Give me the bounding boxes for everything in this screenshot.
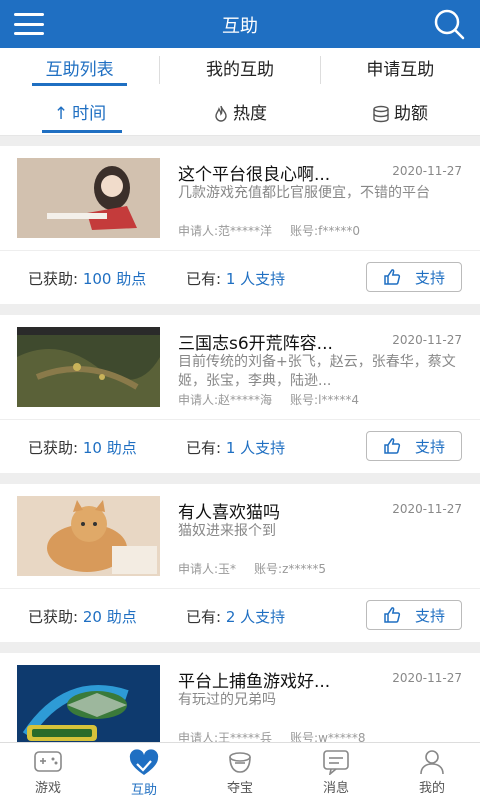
card-thumbnail: [17, 327, 160, 407]
help-card[interactable]: 有人喜欢猫吗 2020-11-27 猫奴进来报个到 申请人:玉* 账号:z***…: [0, 484, 480, 642]
nav-item-messages[interactable]: 消息: [288, 743, 384, 800]
supporters-label: 已有:: [186, 608, 222, 626]
card-supporters: 已有: 1 人支持: [186, 437, 285, 458]
points-label: 已获助:: [28, 439, 79, 457]
support-label: 支持: [414, 268, 445, 287]
treasure-icon: [229, 752, 251, 773]
card-thumbnail: [17, 158, 160, 238]
support-label: 支持: [414, 437, 445, 456]
nav-label: 互助: [130, 783, 157, 798]
tab-my-help[interactable]: 我的互助: [160, 48, 319, 92]
heart-hands-icon: [129, 749, 159, 775]
points-value: 10 助点: [82, 439, 137, 457]
page-title: 互助: [222, 16, 258, 37]
support-button[interactable]: 支持: [366, 262, 462, 292]
tab-apply-help[interactable]: 申请互助: [321, 48, 480, 92]
card-thumbnail: [17, 665, 160, 745]
support-button[interactable]: 支持: [366, 600, 462, 630]
points-value: 20 助点: [82, 608, 137, 626]
card-title: 三国志s6开荒阵容...: [178, 334, 333, 354]
nav-label: 消息: [322, 781, 349, 796]
card-supporters: 已有: 2 人支持: [186, 606, 285, 627]
card-date: 2020-11-27: [392, 502, 462, 516]
card-title: 平台上捕鱼游戏好...: [178, 672, 331, 692]
card-title: 这个平台很良心啊...: [178, 165, 331, 185]
search-icon[interactable]: [432, 8, 466, 40]
support-button[interactable]: 支持: [366, 431, 462, 461]
card-applicant: 申请人:范*****洋: [178, 224, 273, 238]
card-date: 2020-11-27: [392, 164, 462, 178]
card-account: 账号:f*****0: [290, 224, 360, 238]
top-tabs: 互助列表 我的互助 申请互助: [0, 48, 480, 92]
nav-item-help[interactable]: 互助: [96, 743, 192, 800]
card-meta: 申请人:赵*****海 账号:l*****4: [178, 391, 359, 408]
supporters-label: 已有:: [186, 439, 222, 457]
card-meta: 申请人:范*****洋 账号:f*****0: [178, 222, 360, 239]
help-card[interactable]: 这个平台很良心啊... 2020-11-27 几款游戏充值都比官服便宜，不错的平…: [0, 146, 480, 304]
message-icon: [323, 750, 349, 775]
tab-help-list[interactable]: 互助列表: [0, 48, 159, 92]
sort-tab-label: 助额: [394, 103, 428, 124]
supporters-value: 2 人支持: [225, 608, 286, 626]
supporters-label: 已有:: [186, 270, 222, 288]
nav-item-games[interactable]: 游戏: [0, 743, 96, 800]
nav-label: 夺宝: [226, 781, 253, 796]
thumbs-up-icon: [384, 269, 401, 285]
card-date: 2020-11-27: [392, 671, 462, 685]
card-description: 有玩过的兄弟吗: [178, 692, 276, 708]
bottom-nav: 游戏 互助 夺宝 消息 我的: [0, 742, 480, 800]
help-list: 这个平台很良心啊... 2020-11-27 几款游戏充值都比官服便宜，不错的平…: [0, 146, 480, 800]
points-label: 已获助:: [28, 608, 79, 626]
points-label: 已获助:: [28, 270, 79, 288]
app-header: 互助: [0, 0, 480, 48]
supporters-value: 1 人支持: [225, 439, 286, 457]
help-card[interactable]: 三国志s6开荒阵容... 2020-11-27 目前传统的刘备+张飞，赵云，张春…: [0, 315, 480, 473]
nav-label: 我的: [418, 781, 445, 796]
supporters-value: 1 人支持: [225, 270, 286, 288]
sort-tabs: ↑ 时间 热度 助额: [0, 92, 480, 136]
card-points: 已获助: 100 助点: [28, 268, 146, 289]
card-description: 猫奴进来报个到: [178, 523, 276, 539]
nav-item-treasure[interactable]: 夺宝: [192, 743, 288, 800]
card-divider: [0, 250, 480, 251]
flame-icon: [215, 105, 227, 122]
thumbs-up-icon: [384, 438, 401, 454]
coin-stack-icon: [373, 105, 389, 122]
sort-tab-label: 热度: [233, 103, 267, 124]
card-meta: 申请人:玉* 账号:z*****5: [178, 560, 326, 577]
arrow-up-icon: ↑: [53, 103, 69, 124]
card-applicant: 申请人:赵*****海: [178, 393, 273, 407]
sort-tab-label: 时间: [72, 103, 107, 124]
card-points: 已获助: 20 助点: [28, 606, 137, 627]
card-divider: [0, 588, 480, 589]
card-points: 已获助: 10 助点: [28, 437, 137, 458]
sort-tab-amount[interactable]: 助额: [320, 92, 480, 135]
sort-tab-time[interactable]: ↑ 时间: [0, 92, 160, 135]
card-title: 有人喜欢猫吗: [178, 503, 280, 523]
support-label: 支持: [414, 606, 445, 625]
card-description: 目前传统的刘备+张飞，赵云，张春华，蔡文姬，张宝，李典，陆逊...: [178, 354, 456, 389]
sort-tab-heat[interactable]: 热度: [160, 92, 320, 135]
card-description: 几款游戏充值都比官服便宜，不错的平台: [178, 185, 430, 201]
points-value: 100 助点: [82, 270, 147, 288]
card-divider: [0, 419, 480, 420]
gamepad-icon: [34, 751, 62, 772]
card-supporters: 已有: 1 人支持: [186, 268, 285, 289]
card-applicant: 申请人:玉*: [178, 562, 237, 576]
nav-label: 游戏: [34, 781, 61, 796]
card-account: 账号:z*****5: [254, 562, 327, 576]
thumbs-up-icon: [384, 607, 401, 623]
user-icon: [420, 750, 444, 775]
nav-item-profile[interactable]: 我的: [384, 743, 480, 800]
card-thumbnail: [17, 496, 160, 576]
card-account: 账号:l*****4: [290, 393, 360, 407]
card-date: 2020-11-27: [392, 333, 462, 347]
